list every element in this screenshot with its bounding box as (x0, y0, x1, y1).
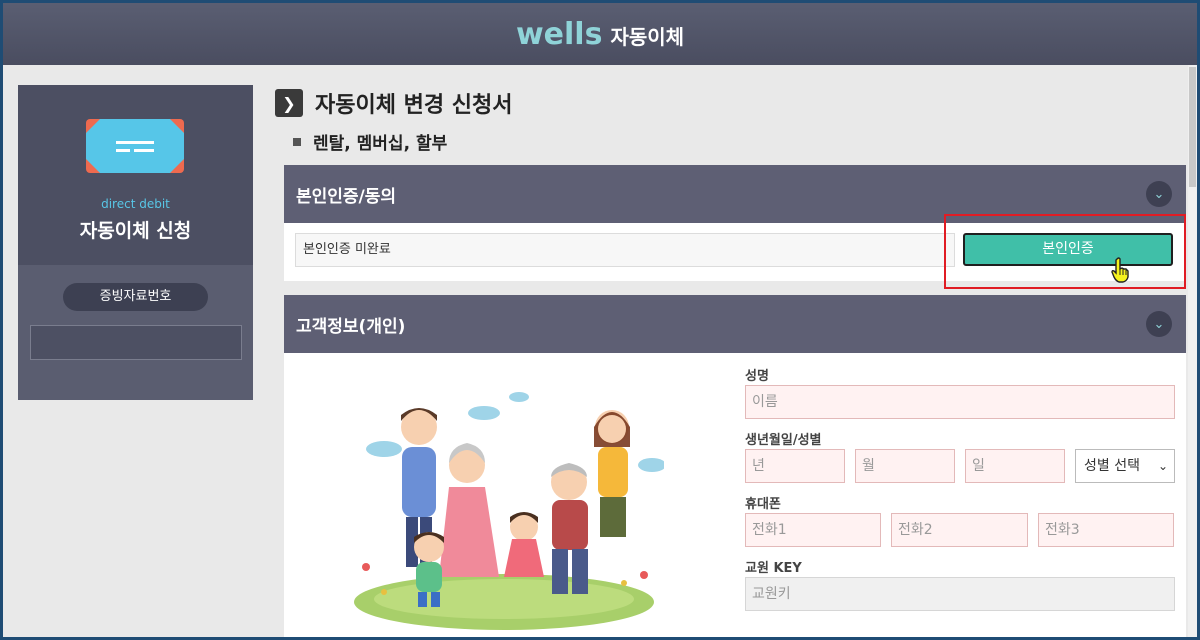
kyowon-key-field[interactable]: 교원키 (745, 577, 1175, 611)
auth-panel-title: 본인인증/동의 (296, 186, 397, 207)
browser-frame: wells 자동이체 direct debit 자동이체 신청 증빙자료번호 ❯… (0, 0, 1200, 640)
sidebar-top: direct debit 자동이체 신청 (18, 85, 253, 265)
auth-panel-body: 본인인증 미완료 본인인증 (284, 214, 1186, 289)
sidebar: direct debit 자동이체 신청 증빙자료번호 (18, 85, 253, 400)
brand-logo[interactable]: wells (516, 17, 602, 52)
sidebar-subtitle-en: direct debit (101, 197, 170, 211)
gender-select[interactable]: 성별 선택 ⌄ (1075, 449, 1175, 483)
hand-cursor-icon (1111, 257, 1129, 283)
header-title: 자동이체 (610, 24, 685, 49)
birth-day-field[interactable]: 일 (965, 449, 1065, 483)
top-header: wells 자동이체 (3, 3, 1197, 65)
page-subtitle-row: 렌탈, 멤버십, 할부 (293, 129, 447, 154)
phone2-field[interactable]: 전화2 (891, 513, 1028, 547)
chevron-right-icon: ❯ (275, 89, 303, 117)
evidence-number-field[interactable] (30, 325, 242, 360)
name-field[interactable]: 이름 (745, 385, 1175, 419)
chevron-down-icon[interactable]: ⌄ (1146, 181, 1172, 207)
evidence-number-label: 증빙자료번호 (63, 283, 208, 311)
identity-verify-button[interactable]: 본인인증 (963, 233, 1173, 266)
customer-panel-header[interactable]: 고객정보(개인) ⌄ (284, 295, 1186, 353)
customer-panel-body: 성명 이름 생년월일/성별 년 월 일 성별 선택 ⌄ 휴대폰 전화1 전화2 … (284, 353, 1186, 637)
page-title-row: ❯ 자동이체 변경 신청서 (275, 87, 512, 119)
auth-panel: 본인인증/동의 ⌄ 본인인증 미완료 본인인증 (284, 165, 1186, 289)
birth-month-field[interactable]: 월 (855, 449, 955, 483)
customer-form: 성명 이름 생년월일/성별 년 월 일 성별 선택 ⌄ 휴대폰 전화1 전화2 … (745, 365, 1175, 621)
card-icon (86, 119, 184, 173)
chevron-down-icon: ⌄ (1157, 459, 1168, 473)
page-subtitle: 렌탈, 멤버십, 할부 (313, 134, 448, 154)
bullet-square-icon (293, 137, 301, 146)
gender-select-value: 성별 선택 (1084, 458, 1140, 474)
mobile-label: 휴대폰 (745, 497, 781, 512)
customer-panel-title: 고객정보(개인) (296, 316, 406, 337)
family-illustration (354, 392, 664, 630)
page-title: 자동이체 변경 신청서 (315, 93, 513, 118)
name-label: 성명 (745, 369, 769, 384)
birth-gender-label: 생년월일/성별 (745, 433, 822, 448)
sidebar-title: 자동이체 신청 (79, 220, 192, 242)
phone1-field[interactable]: 전화1 (745, 513, 881, 547)
customer-panel: 고객정보(개인) ⌄ 성명 이름 생년월일/성별 년 월 일 성별 선택 ⌄ 휴… (284, 295, 1186, 637)
chevron-down-icon[interactable]: ⌄ (1146, 311, 1172, 337)
phone3-field[interactable]: 전화3 (1038, 513, 1174, 547)
scrollbar-thumb[interactable] (1189, 67, 1196, 187)
birth-year-field[interactable]: 년 (745, 449, 845, 483)
kyowon-key-label: 교원 KEY (745, 561, 802, 576)
vertical-scrollbar[interactable] (1188, 65, 1197, 637)
auth-status-field: 본인인증 미완료 (295, 233, 955, 267)
